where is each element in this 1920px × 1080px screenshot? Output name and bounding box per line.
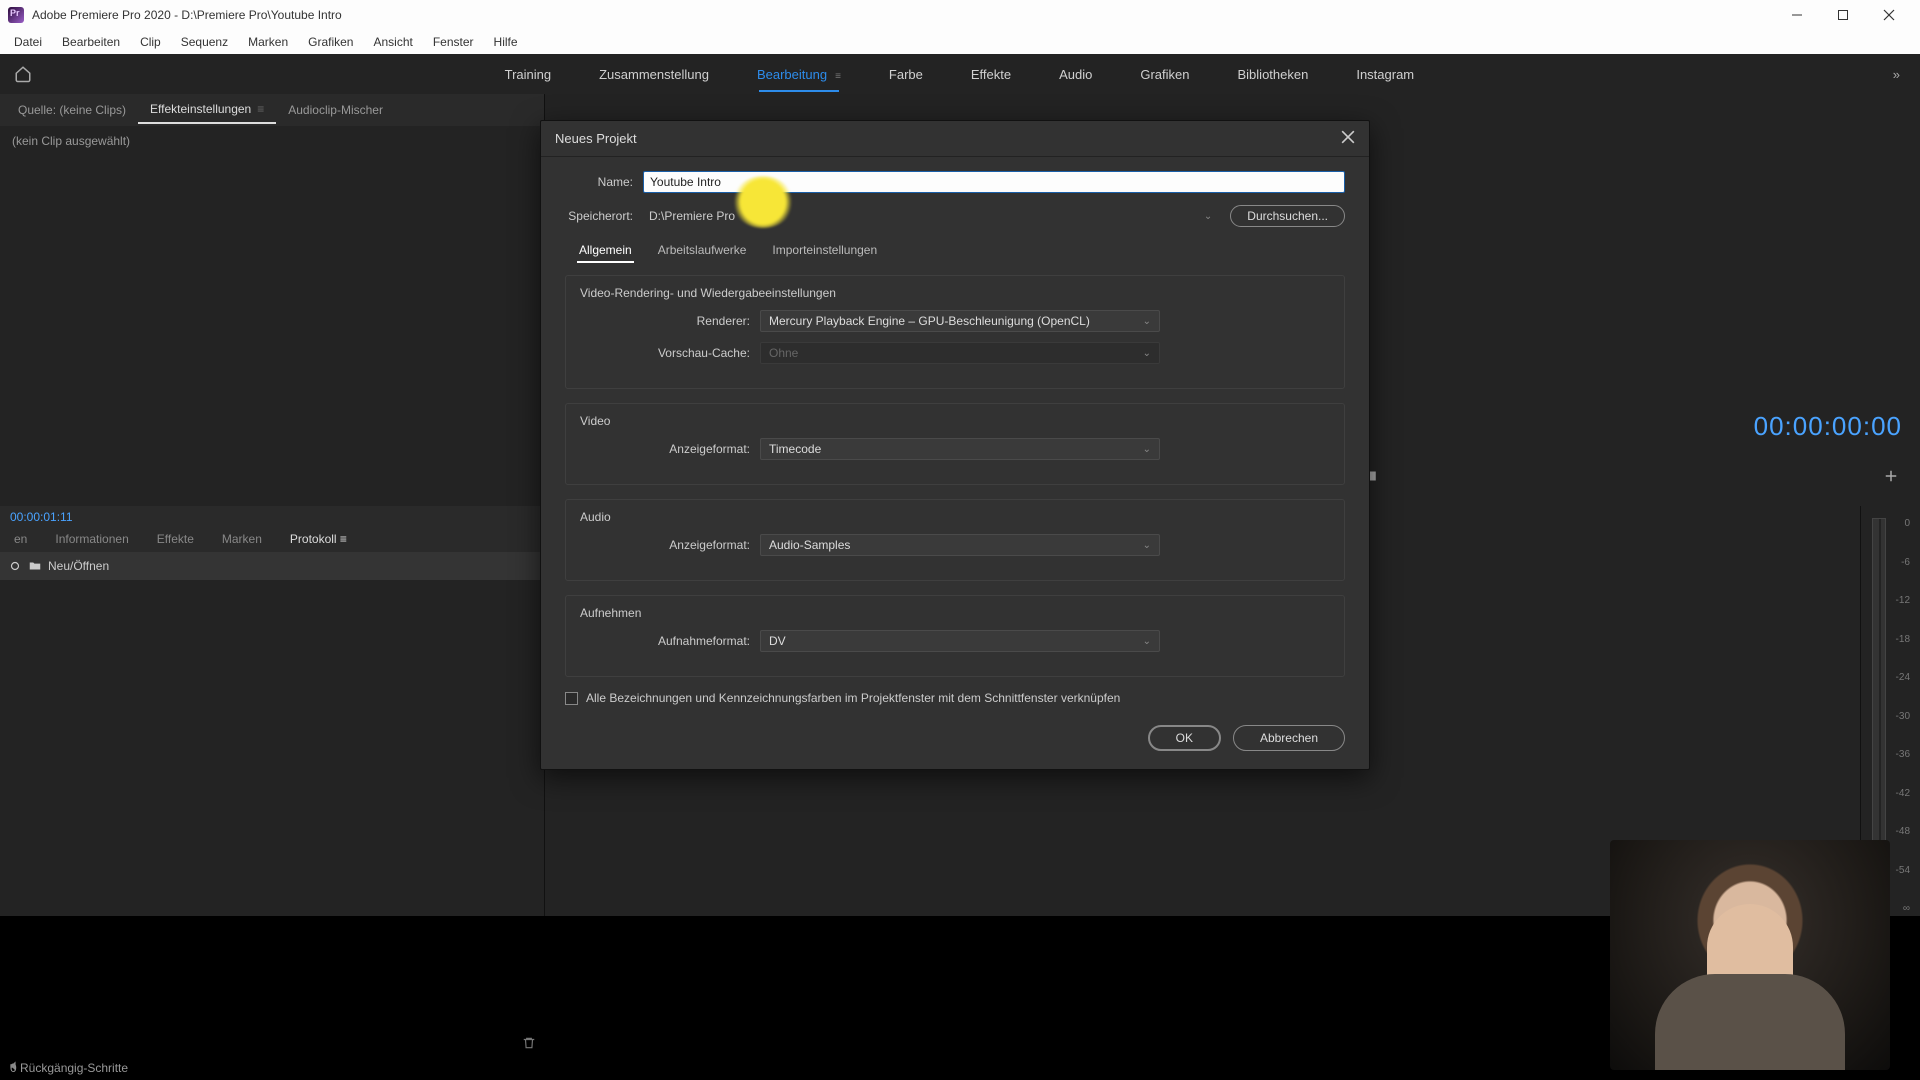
menu-ansicht[interactable]: Ansicht xyxy=(363,33,422,51)
transport-controls xyxy=(545,467,1920,488)
workspace-menu-icon[interactable]: ≡ xyxy=(835,71,841,82)
play-button[interactable] xyxy=(1156,467,1174,488)
folder-icon xyxy=(28,559,42,573)
undo-count-label: 0 Rückgängig-Schritte xyxy=(10,1061,128,1075)
audio-meter-scale: 0-6-12-18-24-30-36-42-48-54∞ xyxy=(1896,518,1910,914)
lift-button[interactable] xyxy=(1258,467,1276,488)
menu-datei[interactable]: Datei xyxy=(4,33,52,51)
program-timecode[interactable]: 00:00:00:00 xyxy=(1754,411,1902,442)
trash-icon[interactable] xyxy=(522,1036,536,1050)
workspace-zusammenstellung[interactable]: Zusammenstellung xyxy=(575,57,733,92)
workspace-instagram[interactable]: Instagram xyxy=(1332,57,1438,92)
source-timecode[interactable]: 00:00:01:11 xyxy=(0,506,544,526)
window-titlebar: Adobe Premiere Pro 2020 - D:\Premiere Pr… xyxy=(0,0,1920,30)
extract-button[interactable] xyxy=(1292,467,1310,488)
tab-en[interactable]: en xyxy=(0,528,41,550)
menu-marken[interactable]: Marken xyxy=(238,33,298,51)
workspace-audio[interactable]: Audio xyxy=(1035,57,1116,92)
menu-sequenz[interactable]: Sequenz xyxy=(171,33,238,51)
minimize-button[interactable] xyxy=(1774,0,1820,30)
tab-quelle[interactable]: Quelle: (keine Clips) xyxy=(6,97,138,123)
window-title: Adobe Premiere Pro 2020 - D:\Premiere Pr… xyxy=(32,8,342,22)
tab-audioclip-mischer[interactable]: Audioclip-Mischer xyxy=(276,97,395,123)
step-back-button[interactable] xyxy=(1122,467,1140,488)
menu-bearbeiten[interactable]: Bearbeiten xyxy=(52,33,130,51)
source-panel-tabs: Quelle: (keine Clips) Effekteinstellunge… xyxy=(0,94,544,126)
no-clip-label: (kein Clip ausgewählt) xyxy=(0,126,544,156)
tab-effekte[interactable]: Effekte xyxy=(143,528,208,550)
comparison-button[interactable] xyxy=(1360,467,1378,488)
history-panel-body xyxy=(0,580,544,926)
app-icon xyxy=(8,7,24,23)
workspace-training[interactable]: Training xyxy=(481,57,575,92)
workspace-bar: Training Zusammenstellung Bearbeitung≡ F… xyxy=(0,54,1920,94)
mark-in-button[interactable] xyxy=(1088,467,1106,488)
workspace-bibliotheken[interactable]: Bibliotheken xyxy=(1214,57,1333,92)
project-panel-tabs: en Informationen Effekte Marken Protokol… xyxy=(0,526,544,552)
menu-hilfe[interactable]: Hilfe xyxy=(484,33,528,51)
maximize-button[interactable] xyxy=(1820,0,1866,30)
workspace-bearbeitung[interactable]: Bearbeitung≡ xyxy=(733,57,865,92)
menu-grafiken[interactable]: Grafiken xyxy=(298,33,363,51)
workspace-effekte[interactable]: Effekte xyxy=(947,57,1035,92)
history-item-label: Neu/Öffnen xyxy=(48,559,109,573)
menu-bar: Datei Bearbeiten Clip Sequenz Marken Gra… xyxy=(0,30,1920,54)
program-monitor: 00:00:00:00 xyxy=(545,94,1920,506)
close-button[interactable] xyxy=(1866,0,1912,30)
panel-menu-icon[interactable]: ≡ xyxy=(337,532,347,546)
button-editor-plus[interactable] xyxy=(1882,467,1900,488)
home-icon[interactable] xyxy=(10,61,36,87)
toggle-icon[interactable] xyxy=(8,559,22,573)
workspace-overflow-icon[interactable]: » xyxy=(1883,67,1910,82)
status-bar: 0 Rückgängig-Schritte xyxy=(10,1056,128,1080)
mark-out-button[interactable] xyxy=(1224,467,1242,488)
workspace-grafiken[interactable]: Grafiken xyxy=(1116,57,1213,92)
menu-fenster[interactable]: Fenster xyxy=(423,33,484,51)
menu-clip[interactable]: Clip xyxy=(130,33,171,51)
history-row[interactable]: Neu/Öffnen xyxy=(0,552,544,580)
step-forward-button[interactable] xyxy=(1190,467,1208,488)
sound-icon[interactable] xyxy=(8,1059,22,1076)
tab-effekteinstellungen[interactable]: Effekteinstellungen≡ xyxy=(138,96,276,124)
tab-marken[interactable]: Marken xyxy=(208,528,276,550)
tab-protokoll[interactable]: Protokoll ≡ xyxy=(276,528,361,550)
panel-menu-icon[interactable]: ≡ xyxy=(257,102,264,116)
tab-informationen[interactable]: Informationen xyxy=(41,528,142,550)
webcam-overlay xyxy=(1610,840,1890,1070)
export-frame-button[interactable] xyxy=(1326,467,1344,488)
workspace-farbe[interactable]: Farbe xyxy=(865,57,947,92)
